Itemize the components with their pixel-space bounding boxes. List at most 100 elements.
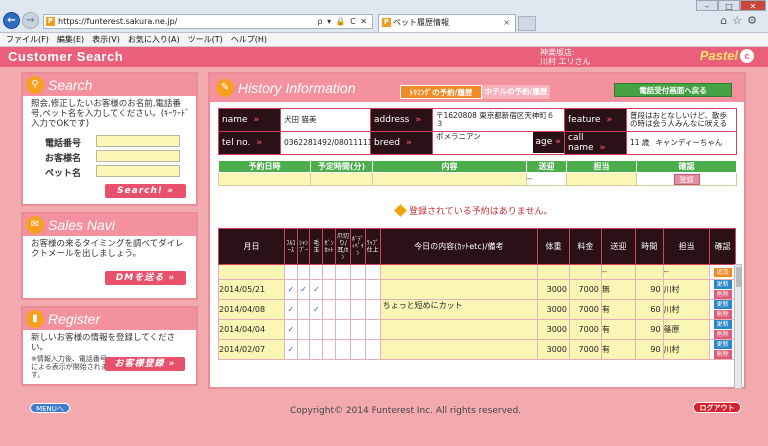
row-date[interactable]: 2014/05/21	[218, 279, 285, 300]
row-check[interactable]	[296, 319, 311, 340]
tab-hotel-reservation[interactable]: ホテルの予約/履歴	[482, 85, 550, 99]
pet-name-input[interactable]	[96, 165, 180, 177]
menu-item[interactable]: ファイル(F)	[6, 33, 49, 46]
row-check[interactable]	[364, 299, 381, 320]
row-check[interactable]	[334, 299, 351, 320]
row-date[interactable]: 2014/04/08	[218, 299, 285, 320]
row-time[interactable]: 90	[634, 319, 664, 340]
row-staff[interactable]: 篠原	[662, 319, 711, 340]
gear-icon[interactable]: ⚙	[747, 14, 762, 27]
row-check[interactable]: ✓	[283, 339, 298, 360]
delete-button[interactable]: 削除	[713, 310, 732, 319]
row-check[interactable]	[364, 339, 381, 360]
scroll-thumb[interactable]	[736, 267, 741, 287]
row-check[interactable]: ✓	[283, 279, 298, 300]
row-check[interactable]	[322, 339, 336, 360]
new-date-input[interactable]	[218, 264, 285, 280]
address-bar[interactable]: P https://funterest.sakura.ne.jp/ ρ ▾ 🔒 …	[43, 14, 373, 29]
menu-button[interactable]: MENUへ	[30, 403, 70, 413]
tab-trimming-reservation[interactable]: ﾄﾘﾐﾝｸﾞの予約/履歴	[400, 85, 482, 99]
row-check[interactable]	[364, 319, 381, 340]
row-fee[interactable]: 7000	[568, 339, 602, 360]
row-staff[interactable]: 川村	[662, 279, 711, 300]
tab-close-icon[interactable]: ×	[503, 15, 510, 31]
menu-item[interactable]: ヘルプ(H)	[231, 33, 267, 46]
new-check[interactable]	[364, 264, 381, 280]
new-check[interactable]	[283, 264, 298, 280]
rsv-duration-input[interactable]	[310, 172, 373, 186]
row-pickup[interactable]: 有	[600, 299, 636, 320]
browser-tab[interactable]: P ペット履歴情報 ×	[378, 14, 516, 32]
new-tab-button[interactable]	[518, 16, 536, 31]
row-comment[interactable]: ちょっと短めにカット	[379, 299, 539, 320]
history-scrollbar[interactable]	[734, 264, 742, 389]
row-check[interactable]	[334, 279, 351, 300]
delete-button[interactable]: 削除	[713, 330, 732, 339]
row-check[interactable]: ✓	[283, 319, 298, 340]
row-weight[interactable]: 3000	[537, 339, 570, 360]
row-pickup[interactable]: 有	[600, 339, 636, 360]
row-check[interactable]	[349, 279, 366, 300]
rsv-datetime-input[interactable]	[218, 172, 311, 186]
phone-input[interactable]	[96, 135, 180, 147]
row-time[interactable]: 90	[634, 339, 664, 360]
row-fee[interactable]: 7000	[568, 279, 602, 300]
maximize-icon[interactable]: □	[718, 0, 740, 11]
register-customer-button[interactable]: お客様登録 »	[105, 357, 185, 371]
row-check[interactable]	[309, 319, 324, 340]
row-check[interactable]: ✓	[296, 279, 311, 300]
row-pickup[interactable]: 無	[600, 279, 636, 300]
new-time-input[interactable]	[634, 264, 664, 280]
row-check[interactable]	[322, 319, 336, 340]
new-staff-select[interactable]: --	[662, 264, 711, 280]
send-dm-button[interactable]: DMを送る »	[105, 271, 186, 285]
rsv-register-button[interactable]: 登録	[673, 173, 700, 185]
back-icon[interactable]: ←	[3, 12, 20, 29]
row-check[interactable]	[296, 299, 311, 320]
menu-item[interactable]: ツール(T)	[188, 33, 223, 46]
row-check[interactable]	[364, 279, 381, 300]
row-check[interactable]	[322, 279, 336, 300]
new-fee-input[interactable]	[568, 264, 602, 280]
home-icon[interactable]: ⌂	[720, 14, 732, 27]
row-fee[interactable]: 7000	[568, 299, 602, 320]
new-check[interactable]	[296, 264, 311, 280]
new-weight-input[interactable]	[537, 264, 570, 280]
minimize-icon[interactable]: –	[696, 0, 718, 11]
menu-item[interactable]: 編集(E)	[57, 33, 84, 46]
new-check[interactable]	[309, 264, 324, 280]
search-button[interactable]: Search! »	[105, 184, 186, 198]
row-time[interactable]: 60	[634, 299, 664, 320]
logout-button[interactable]: ログアウト	[693, 402, 741, 413]
update-button[interactable]: 更新	[713, 340, 732, 349]
new-check[interactable]	[322, 264, 336, 280]
row-staff[interactable]: 川村	[662, 299, 711, 320]
menu-item[interactable]: お気に入り(A)	[128, 33, 180, 46]
star-icon[interactable]: ☆	[732, 14, 747, 27]
row-pickup[interactable]: 有	[600, 319, 636, 340]
new-comment-input[interactable]	[379, 264, 539, 280]
delete-button[interactable]: 削除	[713, 290, 732, 299]
update-button[interactable]: 更新	[713, 300, 732, 309]
row-comment[interactable]	[379, 319, 539, 340]
menu-item[interactable]: 表示(V)	[92, 33, 120, 46]
forward-icon[interactable]: →	[22, 12, 39, 29]
row-weight[interactable]: 3000	[537, 279, 570, 300]
rsv-content-input[interactable]	[372, 172, 527, 186]
new-check[interactable]	[349, 264, 366, 280]
row-check[interactable]: ✓	[283, 299, 298, 320]
add-record-button[interactable]: 追加	[713, 267, 732, 277]
row-fee[interactable]: 7000	[568, 319, 602, 340]
rsv-staff-select[interactable]	[566, 172, 637, 186]
update-button[interactable]: 更新	[713, 280, 732, 289]
customer-name-input[interactable]	[96, 150, 180, 162]
row-check[interactable]	[322, 299, 336, 320]
row-weight[interactable]: 3000	[537, 319, 570, 340]
row-check[interactable]	[309, 339, 324, 360]
row-check[interactable]	[334, 319, 351, 340]
back-to-phone-button[interactable]: 電話受付画面へ戻る	[614, 83, 732, 97]
row-check[interactable]	[334, 339, 351, 360]
address-tools[interactable]: ρ ▾ 🔒 C ✕	[317, 15, 368, 28]
new-pickup-select[interactable]: --	[600, 264, 636, 280]
row-date[interactable]: 2014/02/07	[218, 339, 285, 360]
